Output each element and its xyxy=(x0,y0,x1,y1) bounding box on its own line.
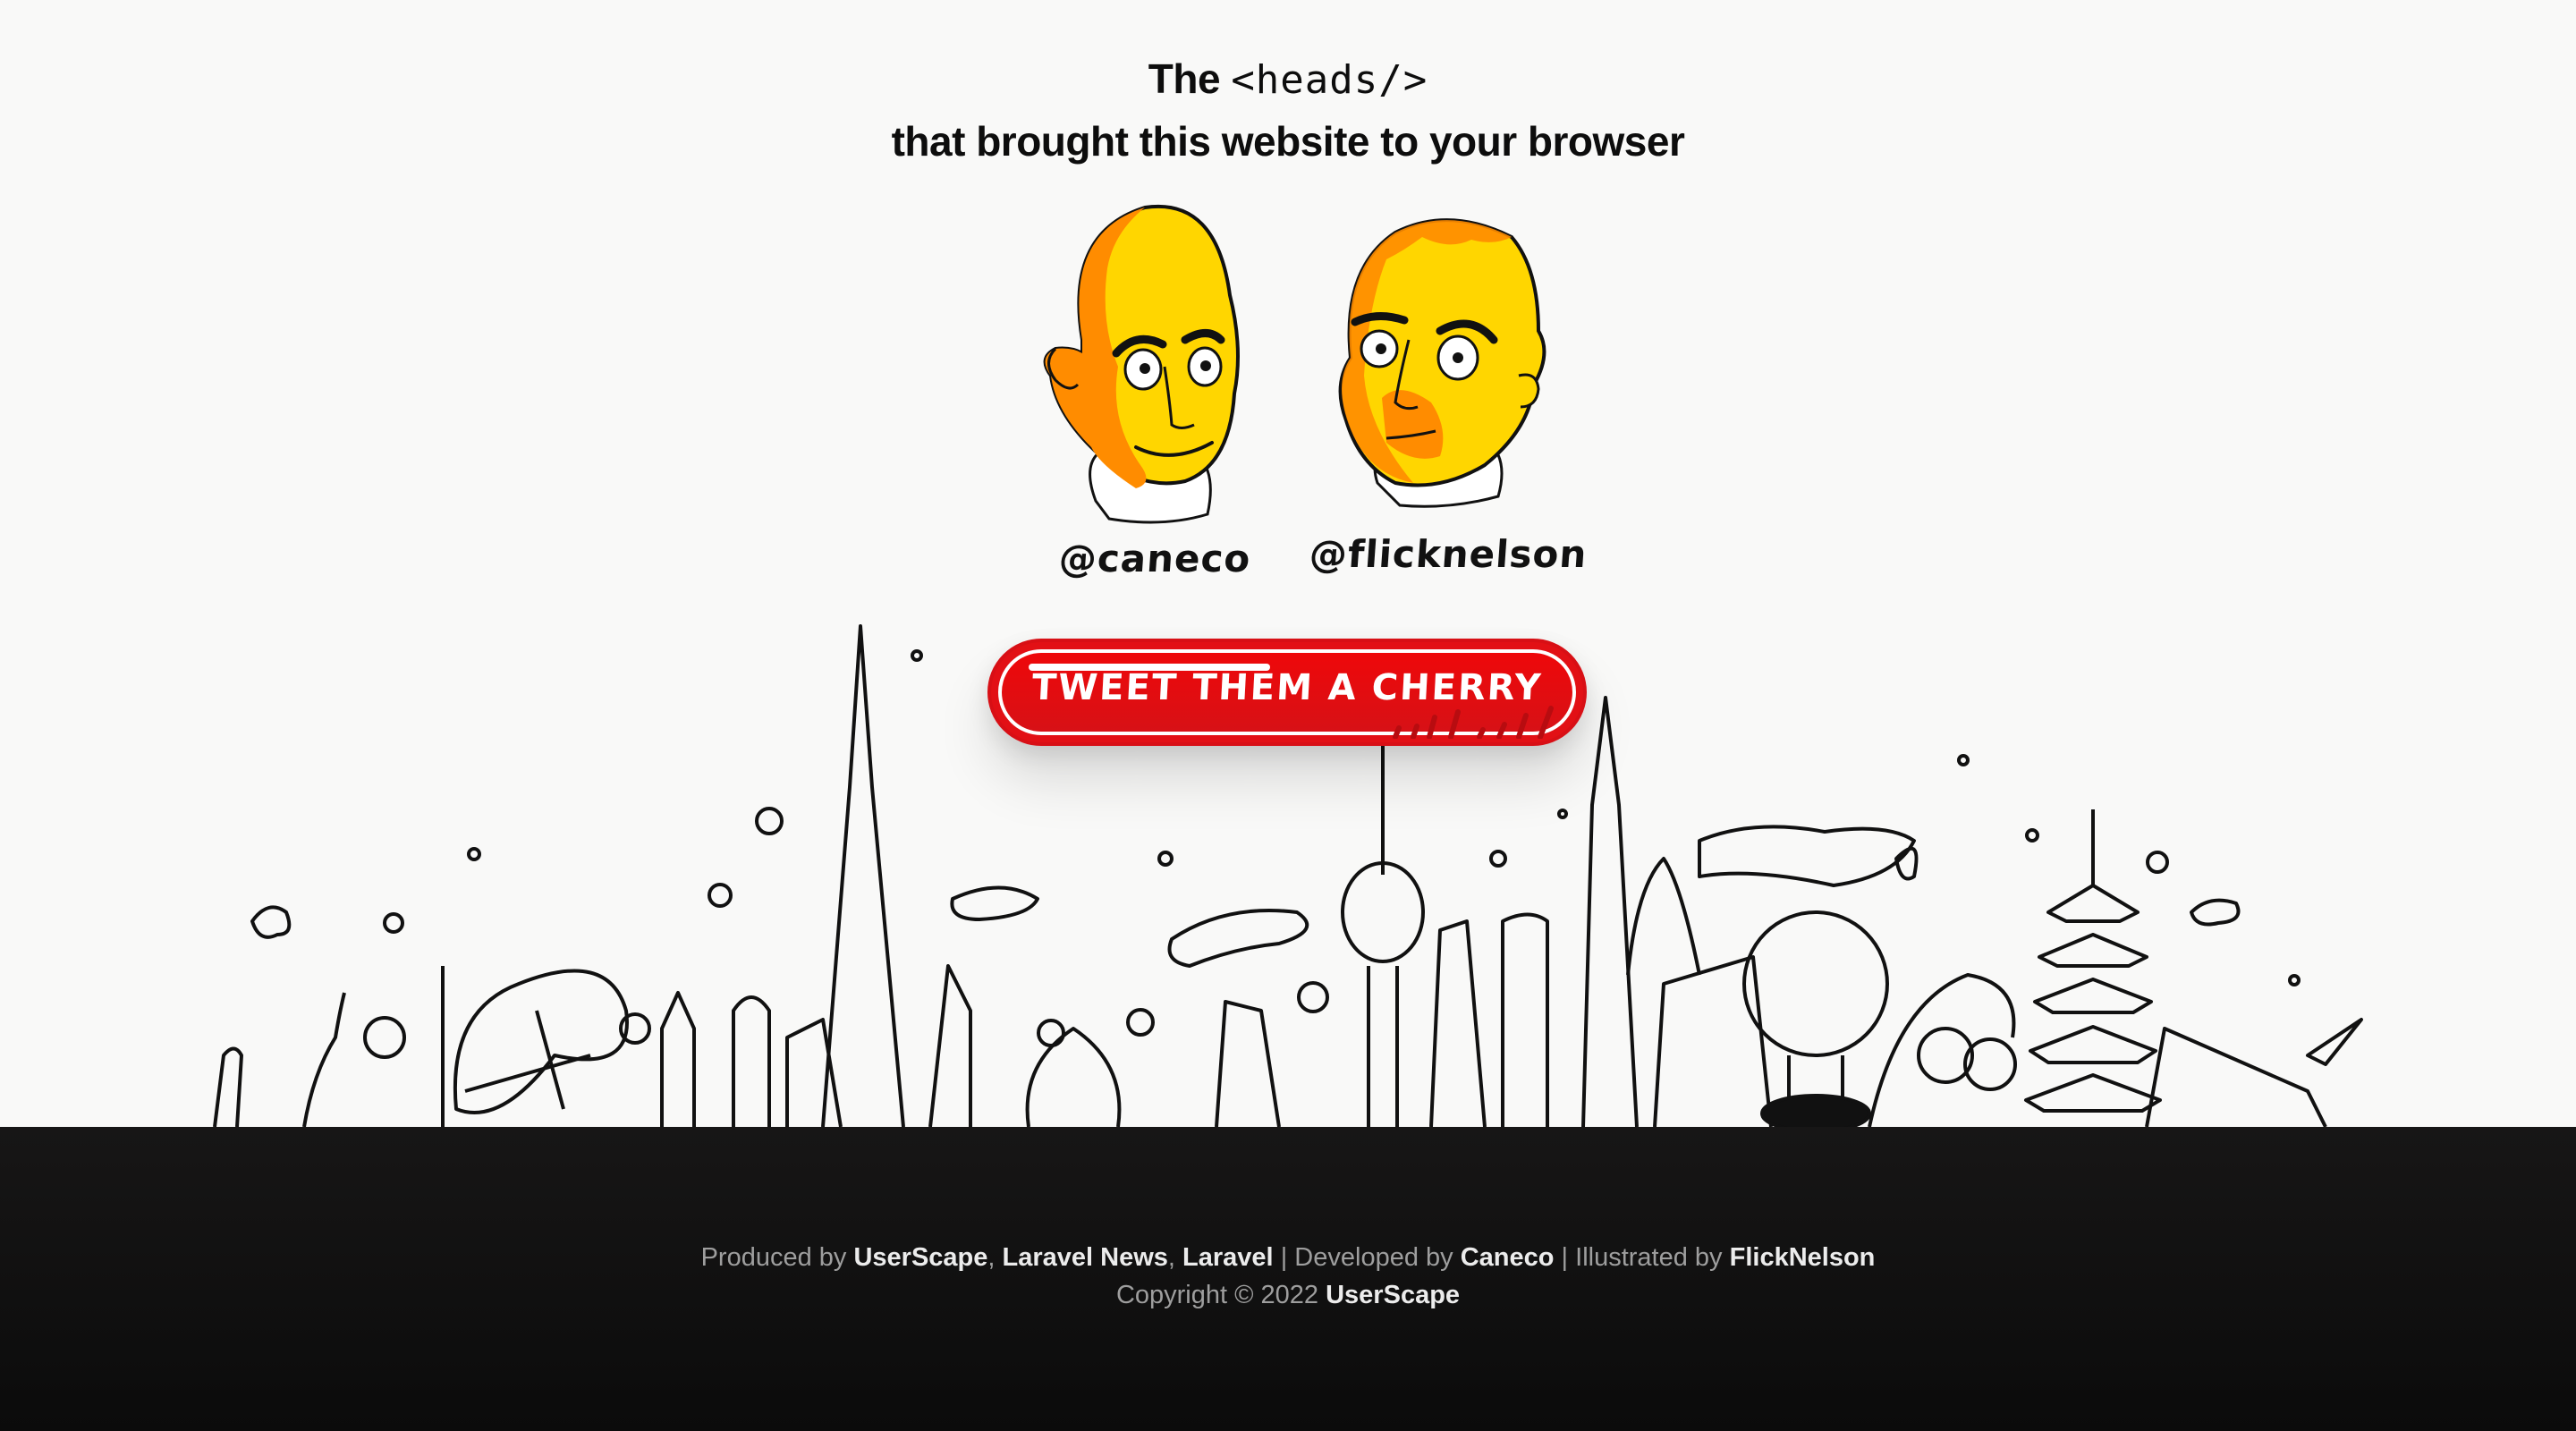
caneco-handle[interactable]: @caneco xyxy=(1057,537,1252,580)
creators-heads: @caneco @flicknelson xyxy=(1029,197,1589,590)
producer-link-laravel[interactable]: Laravel xyxy=(1182,1243,1274,1272)
blob-shape xyxy=(453,969,629,1114)
produced-by-label: Produced by xyxy=(700,1243,847,1272)
flicknelson-handle[interactable]: @flicknelson xyxy=(1308,532,1589,576)
spire-tower xyxy=(821,624,905,1127)
button-hatch-decoration xyxy=(1393,706,1554,739)
title-prefix: The xyxy=(1148,55,1221,102)
mailbox xyxy=(1653,955,1773,1127)
separator: | xyxy=(1561,1243,1569,1272)
tweet-cherry-button[interactable]: TWEET THEM A CHERRY xyxy=(987,639,1587,746)
separator: | xyxy=(1280,1243,1288,1272)
copyright-holder-link[interactable]: UserScape xyxy=(1326,1281,1460,1309)
copyright-label: Copyright © 2022 xyxy=(1115,1281,1319,1309)
producer-link-userscape[interactable]: UserScape xyxy=(853,1243,987,1272)
developer-link-caneco[interactable]: Caneco xyxy=(1461,1243,1555,1272)
flicknelson-avatar-icon xyxy=(1338,218,1546,508)
comma: , xyxy=(987,1243,1003,1272)
title-line-1: The <heads/> xyxy=(0,48,2576,111)
site-footer: Produced by UserScape, Laravel News, Lar… xyxy=(0,1127,2576,1431)
credits-line-1: Produced by UserScape, Laravel News, Lar… xyxy=(0,1239,2576,1276)
title-code: <heads/> xyxy=(1231,57,1428,103)
caneco-profile-link[interactable]: @caneco xyxy=(1029,197,1261,590)
page-subtitle: that brought this website to your browse… xyxy=(891,118,1685,165)
flicknelson-profile-link[interactable]: @flicknelson xyxy=(1308,197,1589,590)
developed-by-label: Developed by xyxy=(1294,1243,1453,1272)
footer-credits: Produced by UserScape, Laravel News, Lar… xyxy=(0,1239,2576,1314)
arm-shape xyxy=(213,1046,243,1127)
hero-section: The <heads/> that brought this website t… xyxy=(0,0,2576,1127)
illustrated-by-label: Illustrated by xyxy=(1575,1243,1723,1272)
illustrator-link-flicknelson[interactable]: FlickNelson xyxy=(1730,1243,1876,1272)
credits-line-2: Copyright © 2022 UserScape xyxy=(0,1276,2576,1314)
comma: , xyxy=(1167,1243,1183,1272)
caneco-avatar-icon xyxy=(1043,204,1240,524)
page-title: The <heads/> that brought this website t… xyxy=(0,48,2576,172)
smiley-tower xyxy=(1501,912,1549,1127)
producer-link-laravel-news[interactable]: Laravel News xyxy=(1003,1243,1168,1272)
